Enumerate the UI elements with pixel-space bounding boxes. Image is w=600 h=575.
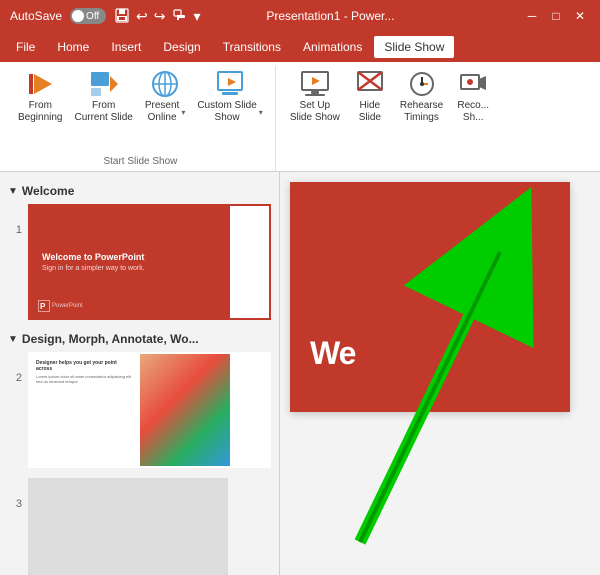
presentation-title: Presentation1 - Power... <box>201 9 461 23</box>
ribbon: FromBeginning FromCurrent Slide <box>0 62 600 172</box>
rehearse-timings-icon <box>406 68 438 100</box>
toggle-off-label: Off <box>86 11 99 22</box>
from-beginning-button[interactable]: FromBeginning <box>14 66 66 126</box>
redo-icon[interactable]: ↪ <box>154 8 166 25</box>
main-slide-canvas: We <box>290 182 570 412</box>
svg-text:P: P <box>40 302 46 311</box>
from-current-label: FromCurrent Slide <box>74 100 132 124</box>
autosave-label: AutoSave <box>10 9 62 23</box>
title-bar-controls: ─ □ ✕ <box>460 6 590 26</box>
slide1-title: Welcome to PowerPoint <box>42 252 144 262</box>
custom-slideshow-arrow: ▾ <box>259 108 263 117</box>
present-online-button[interactable]: PresentOnline ▾ <box>141 66 189 126</box>
close-button[interactable]: ✕ <box>570 6 590 26</box>
slide-item-3[interactable]: 3 <box>0 476 279 575</box>
record-slideshow-button[interactable]: Reco...Sh... <box>451 66 495 126</box>
menu-animations[interactable]: Animations <box>293 36 372 58</box>
section-design-arrow: ▼ <box>8 334 18 345</box>
slide-thumb-3[interactable] <box>28 478 228 575</box>
present-online-arrow: ▾ <box>181 108 185 117</box>
section-welcome-header[interactable]: ▼ Welcome <box>0 180 279 202</box>
custom-slideshow-label: Custom SlideShow <box>197 100 256 124</box>
slide2-background: Designer helps you get your point across… <box>30 354 230 466</box>
minimize-button[interactable]: ─ <box>522 6 542 26</box>
menu-home[interactable]: Home <box>47 36 99 58</box>
toggle-knob <box>72 10 84 22</box>
rehearse-timings-label: RehearseTimings <box>400 100 443 124</box>
setup-slideshow-label: Set UpSlide Show <box>290 100 340 124</box>
slide-panel[interactable]: ▼ Welcome 1 Welcome to PowerPoint Sign i… <box>0 172 280 575</box>
maximize-button[interactable]: □ <box>546 6 566 26</box>
main-area: ▼ Welcome 1 Welcome to PowerPoint Sign i… <box>0 172 600 575</box>
slide-item-1[interactable]: 1 Welcome to PowerPoint Sign in for a si… <box>0 202 279 322</box>
menu-insert[interactable]: Insert <box>101 36 151 58</box>
slide1-logo-text: PowerPoint <box>52 303 83 309</box>
menu-bar: File Home Insert Design Transitions Anim… <box>0 32 600 62</box>
hide-slide-icon <box>354 68 386 100</box>
slide2-body-text: Lorem ipsum dolor sit amet consectetur a… <box>36 374 134 384</box>
ribbon-buttons-setup: Set UpSlide Show HideSlide <box>286 66 495 126</box>
slide-number-2: 2 <box>8 372 22 384</box>
section-design-title: Design, Morph, Annotate, Wo... <box>22 332 199 346</box>
menu-design[interactable]: Design <box>153 36 210 58</box>
from-beginning-label: FromBeginning <box>18 100 62 124</box>
undo-icon[interactable]: ↩ <box>136 8 148 25</box>
ribbon-buttons-start: FromBeginning FromCurrent Slide <box>14 66 267 126</box>
menu-slide-show[interactable]: Slide Show <box>374 36 454 58</box>
record-slideshow-label: Reco...Sh... <box>457 100 489 124</box>
present-online-label: PresentOnline <box>145 100 179 124</box>
hide-slide-button[interactable]: HideSlide <box>348 66 392 126</box>
slide1-background: Welcome to PowerPoint Sign in for a simp… <box>30 206 230 318</box>
slide-thumb-inner-1: Welcome to PowerPoint Sign in for a simp… <box>30 206 230 318</box>
from-current-button[interactable]: FromCurrent Slide <box>70 66 136 126</box>
section-welcome-title: Welcome <box>22 184 74 198</box>
record-slideshow-icon <box>457 68 489 100</box>
setup-group-label <box>389 156 392 167</box>
slide-thumb-1[interactable]: Welcome to PowerPoint Sign in for a simp… <box>28 204 271 320</box>
start-slideshow-group-label: Start Slide Show <box>103 156 177 167</box>
slide2-right-image <box>140 354 230 466</box>
main-slide-title: We <box>310 335 355 372</box>
autosave-toggle[interactable]: Off <box>70 8 106 24</box>
slide-number-3: 3 <box>8 498 22 510</box>
slide-item-2[interactable]: 2 Designer helps you get your point acro… <box>0 350 279 470</box>
save-icon[interactable] <box>114 8 130 24</box>
ribbon-group-start-slideshow: FromBeginning FromCurrent Slide <box>6 66 276 171</box>
setup-slideshow-icon <box>299 68 331 100</box>
slide-thumb-inner-2: Designer helps you get your point across… <box>30 354 230 466</box>
format-painter-icon[interactable] <box>172 8 188 24</box>
hide-slide-label: HideSlide <box>359 100 381 124</box>
slide1-subtitle: Sign in for a simpler way to work. <box>42 265 145 272</box>
present-online-icon <box>149 68 181 100</box>
from-current-icon <box>88 68 120 100</box>
title-bar-icons: ↩ ↪ ▾ <box>114 8 201 25</box>
title-bar-left: AutoSave Off ↩ ↪ <box>10 8 201 25</box>
from-beginning-icon <box>24 68 56 100</box>
slide-thumb-2[interactable]: Designer helps you get your point across… <box>28 352 271 468</box>
slide1-logo: P PowerPoint <box>38 300 83 312</box>
setup-slideshow-button[interactable]: Set UpSlide Show <box>286 66 344 126</box>
ribbon-group-setup: Set UpSlide Show HideSlide <box>278 66 503 171</box>
custom-slideshow-button[interactable]: Custom SlideShow ▾ <box>193 66 266 126</box>
slide-number-1: 1 <box>8 224 22 236</box>
section-design-header[interactable]: ▼ Design, Morph, Annotate, Wo... <box>0 328 279 350</box>
ppt-logo-icon: P <box>38 300 50 312</box>
menu-file[interactable]: File <box>6 36 45 58</box>
custom-slideshow-icon <box>214 68 246 100</box>
main-slide-view: We <box>280 172 600 575</box>
quick-access-customize[interactable]: ▾ <box>194 8 201 25</box>
title-bar: AutoSave Off ↩ ↪ <box>0 0 600 32</box>
rehearse-timings-button[interactable]: RehearseTimings <box>396 66 447 126</box>
menu-transitions[interactable]: Transitions <box>213 36 291 58</box>
slide2-left-content: Designer helps you get your point across… <box>30 354 140 466</box>
slide2-title: Designer helps you get your point across <box>36 360 134 372</box>
slide2-image <box>140 354 230 466</box>
section-collapse-arrow: ▼ <box>8 186 18 197</box>
